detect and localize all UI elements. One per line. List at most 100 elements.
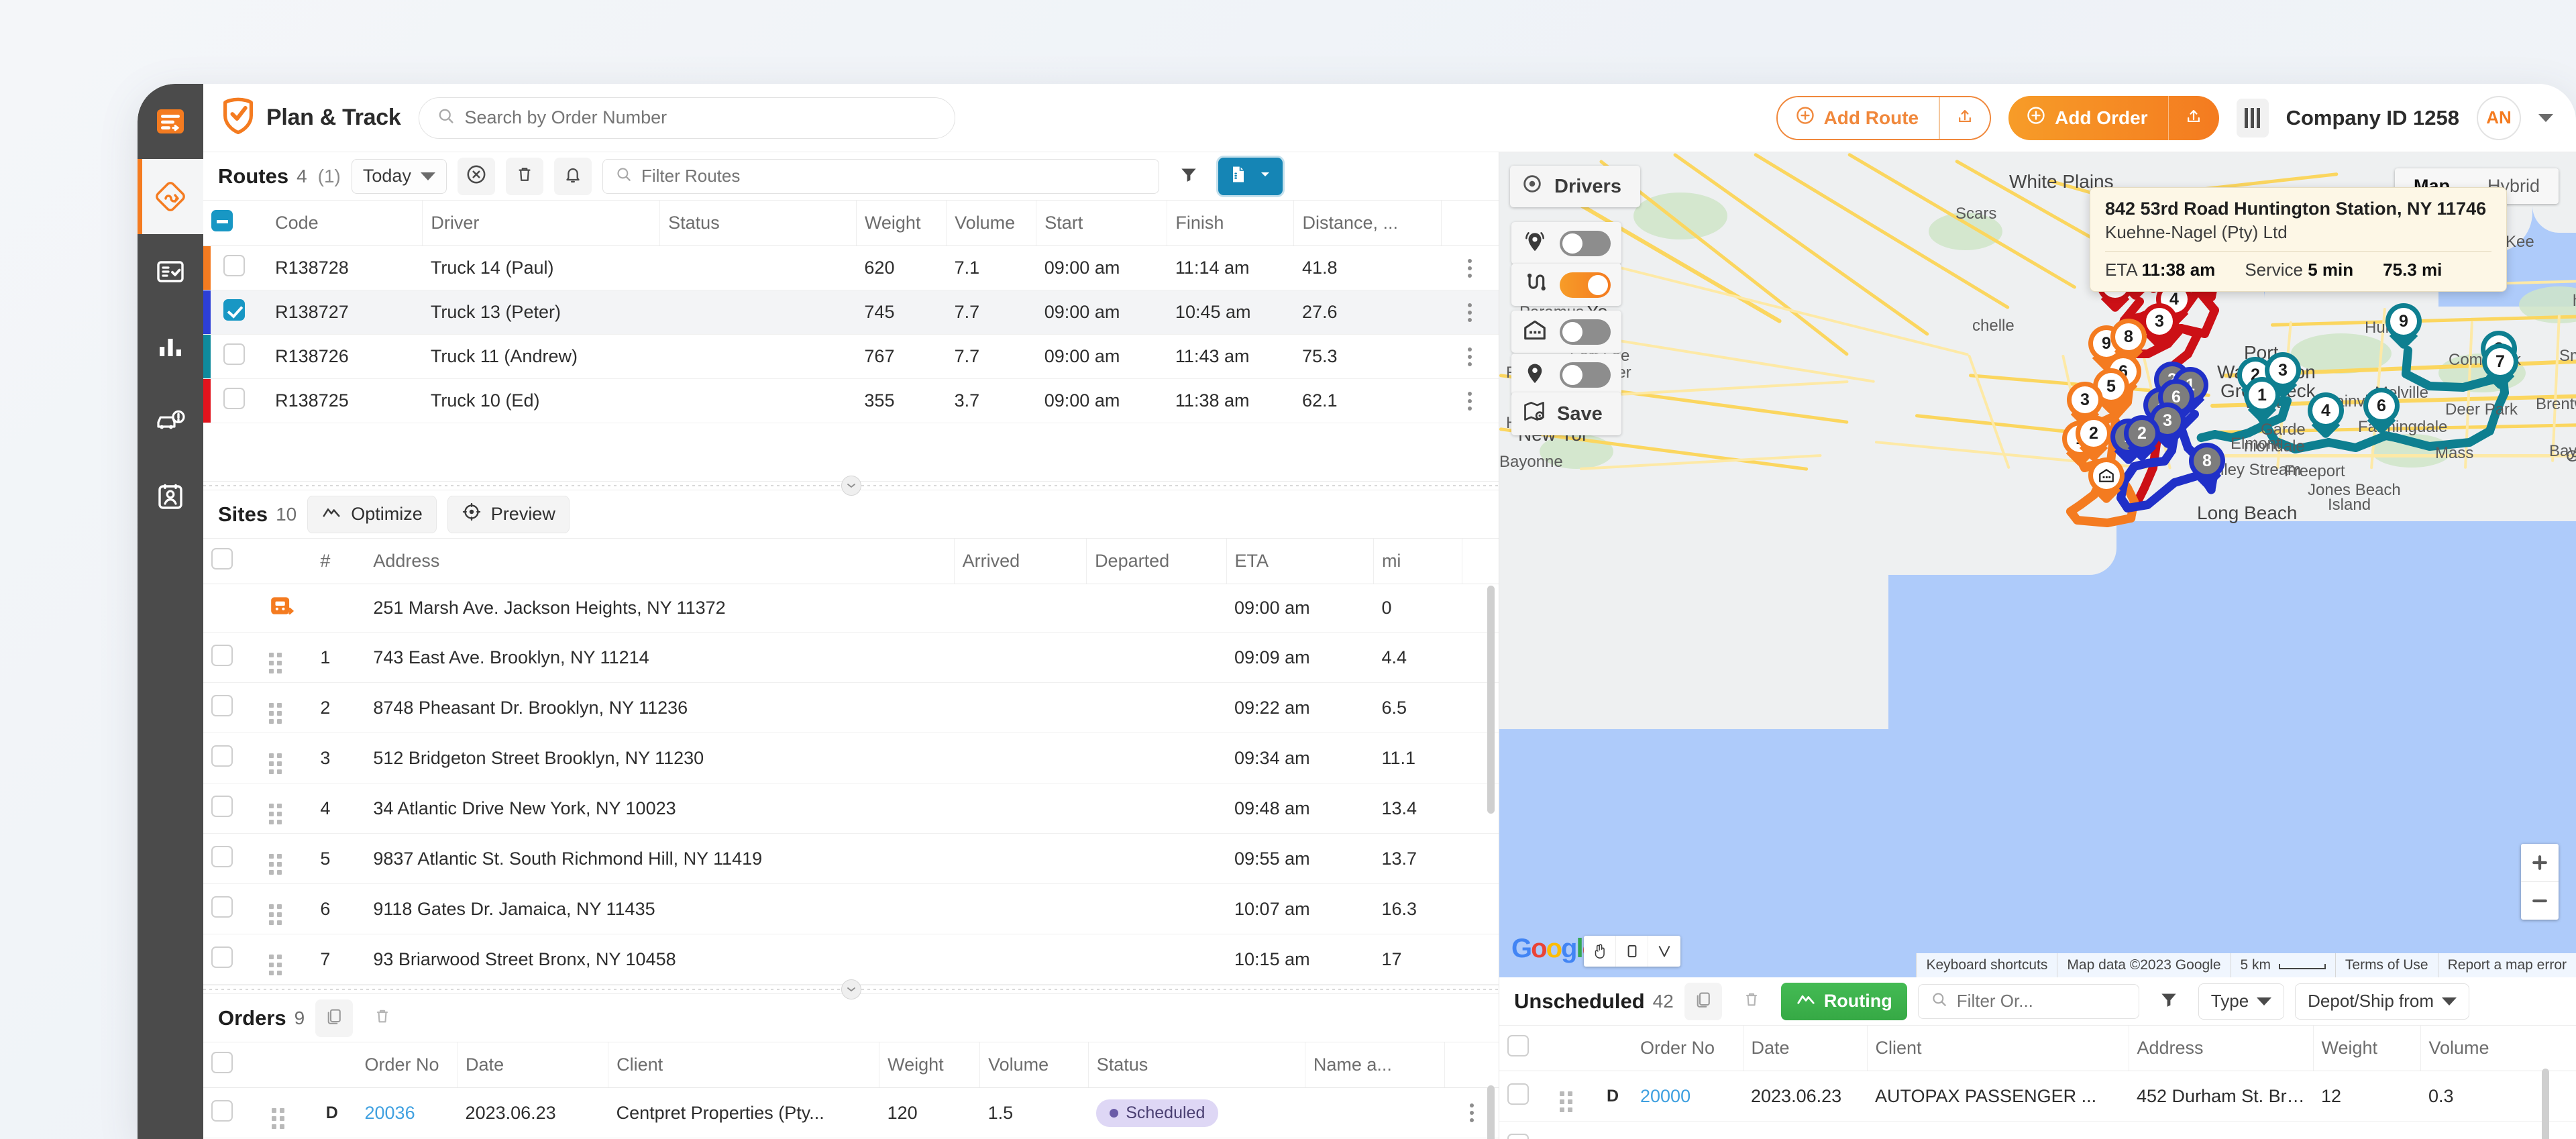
depots-toggle-switch[interactable]: [1560, 319, 1611, 345]
route-row-checkbox[interactable]: [223, 388, 245, 409]
site-row-checkbox[interactable]: [211, 946, 233, 968]
map-tools[interactable]: [1584, 936, 1680, 967]
table-row[interactable]: D 20001 2023.06.23 Sarah Murray 857 Bayb…: [1499, 1121, 2576, 1139]
row-menu-button[interactable]: [1450, 303, 1491, 322]
add-route-split-button[interactable]: Add Route: [1776, 95, 1992, 140]
unscheduled-advanced-filter-button[interactable]: [2150, 983, 2188, 1020]
site-row-checkbox[interactable]: [211, 644, 233, 666]
drag-handle[interactable]: [268, 804, 282, 824]
rail-item-fleet[interactable]: [138, 384, 203, 459]
order-no[interactable]: 20036: [356, 1087, 458, 1138]
row-menu-button[interactable]: [1450, 347, 1491, 366]
routes-date-filter[interactable]: Today: [351, 158, 447, 194]
order-select-cell[interactable]: [203, 1087, 264, 1138]
orders-delete-button[interactable]: [364, 999, 401, 1037]
splitter-handle[interactable]: [841, 979, 861, 999]
search-input[interactable]: [464, 107, 937, 128]
site-select-cell[interactable]: [203, 833, 261, 884]
avatar[interactable]: AN: [2477, 95, 2521, 140]
drag-handle[interactable]: [268, 854, 282, 875]
unscheduled-col-address[interactable]: Address: [2129, 1026, 2314, 1071]
unscheduled-filter-input[interactable]: [1956, 991, 2127, 1012]
rail-item-drivers[interactable]: [138, 459, 203, 535]
unscheduled-order-no[interactable]: 20000: [1632, 1071, 1743, 1122]
chevron-down-icon[interactable]: [2538, 113, 2553, 122]
map-stop-pin[interactable]: 7: [2482, 343, 2518, 391]
table-row[interactable]: 2 8748 Pheasant Dr. Brooklyn, NY 11236 0…: [203, 682, 1499, 733]
route-select-cell[interactable]: [203, 246, 268, 290]
import-orders-button[interactable]: [2167, 95, 2219, 140]
sites-col-arrived[interactable]: Arrived: [954, 539, 1087, 584]
rectangle-select-icon[interactable]: [1616, 936, 1648, 967]
sites-select-all-checkbox[interactable]: [211, 548, 233, 570]
orders-col-client[interactable]: Client: [608, 1042, 880, 1088]
site-row-checkbox[interactable]: [211, 896, 233, 918]
map-toggle-locations[interactable]: [1511, 354, 1621, 396]
sites-col-mi[interactable]: mi: [1373, 539, 1462, 584]
routing-button[interactable]: Routing: [1780, 982, 1907, 1020]
orders-col-volume[interactable]: Volume: [979, 1042, 1089, 1088]
table-row[interactable]: R138727 Truck 13 (Peter) 745 7.7 09:00 a…: [203, 290, 1499, 335]
sites-col-departed[interactable]: Departed: [1086, 539, 1227, 584]
table-row[interactable]: 5 9837 Atlantic St. South Richmond Hill,…: [203, 833, 1499, 884]
site-select-cell[interactable]: [203, 934, 261, 985]
routes-advanced-filter-button[interactable]: [1170, 158, 1208, 195]
unscheduled-order-no[interactable]: 20001: [1632, 1121, 1743, 1139]
route-actions[interactable]: [1441, 246, 1499, 290]
sites-scrollbar[interactable]: [1487, 586, 1495, 814]
sites-orders-splitter[interactable]: [203, 979, 1499, 999]
map-stop-pin[interactable]: 6: [2363, 388, 2400, 435]
type-filter-dropdown[interactable]: Type: [2198, 983, 2285, 1020]
orders-scrollbar[interactable]: [1487, 1085, 1495, 1139]
routes-col-volume[interactable]: Volume: [946, 201, 1037, 246]
unscheduled-select-cell[interactable]: [1499, 1071, 1552, 1122]
site-select-cell[interactable]: [203, 584, 261, 633]
site-handle-cell[interactable]: [260, 733, 313, 783]
site-handle-cell[interactable]: [260, 783, 313, 834]
unscheduled-select-cell[interactable]: [1499, 1121, 1552, 1139]
unscheduled-delete-button[interactable]: [1733, 983, 1770, 1020]
unscheduled-filter-field[interactable]: [1917, 983, 2139, 1019]
drag-handle[interactable]: [268, 955, 282, 975]
search-box[interactable]: [418, 97, 955, 139]
routes-col-distance[interactable]: Distance, ...: [1293, 201, 1442, 246]
rail-item-reports[interactable]: [138, 309, 203, 384]
notifications-button[interactable]: [553, 157, 592, 195]
routes-filter-input[interactable]: [641, 166, 1146, 186]
sites-col-address[interactable]: Address: [365, 539, 955, 584]
unscheduled-handle-cell[interactable]: [1552, 1121, 1599, 1139]
site-handle-cell[interactable]: [260, 883, 313, 934]
route-actions[interactable]: [1441, 334, 1499, 379]
site-handle-cell[interactable]: [260, 584, 313, 633]
map-zoom-controls[interactable]: [2521, 844, 2559, 920]
routes-col-weight[interactable]: Weight: [856, 201, 947, 246]
routes-col-start[interactable]: Start: [1036, 201, 1168, 246]
route-select-cell[interactable]: [203, 378, 268, 423]
route-row-checkbox[interactable]: [223, 299, 245, 321]
orders-col-name[interactable]: Name a...: [1305, 1042, 1445, 1088]
routes-toggle-switch[interactable]: [1560, 272, 1611, 298]
orders-col-date[interactable]: Date: [457, 1042, 609, 1088]
route-row-checkbox[interactable]: [223, 255, 245, 276]
table-row[interactable]: 251 Marsh Ave. Jackson Heights, NY 11372…: [203, 584, 1499, 633]
routes-col-code[interactable]: Code: [267, 201, 423, 246]
row-menu-button[interactable]: [1450, 391, 1491, 411]
unscheduled-handle-cell[interactable]: [1552, 1071, 1599, 1122]
route-select-cell[interactable]: [203, 334, 268, 379]
routes-col-status[interactable]: Status: [659, 201, 857, 246]
table-row[interactable]: D 20000 2023.06.23 AUTOPAX PASSENGER ...…: [1499, 1071, 2576, 1122]
unscheduled-col-client[interactable]: Client: [1867, 1026, 2129, 1071]
splitter-handle[interactable]: [841, 476, 861, 496]
routes-col-finish[interactable]: Finish: [1167, 201, 1295, 246]
depot-filter-dropdown[interactable]: Depot/Ship from: [2295, 983, 2470, 1020]
site-row-checkbox[interactable]: [211, 694, 233, 716]
report-map-error-link[interactable]: Report a map error: [2437, 953, 2576, 977]
preview-button[interactable]: Preview: [447, 495, 570, 533]
optimize-button[interactable]: Optimize: [307, 495, 437, 533]
map-stop-pin[interactable]: 2: [2124, 415, 2160, 463]
orders-select-all-checkbox[interactable]: [211, 1052, 233, 1073]
routes-select-all-checkbox[interactable]: [211, 210, 233, 231]
row-menu-button[interactable]: [1450, 258, 1491, 278]
table-row[interactable]: R138726 Truck 11 (Andrew) 767 7.7 09:00 …: [203, 334, 1499, 379]
unscheduled-row-checkbox[interactable]: [1507, 1083, 1529, 1105]
